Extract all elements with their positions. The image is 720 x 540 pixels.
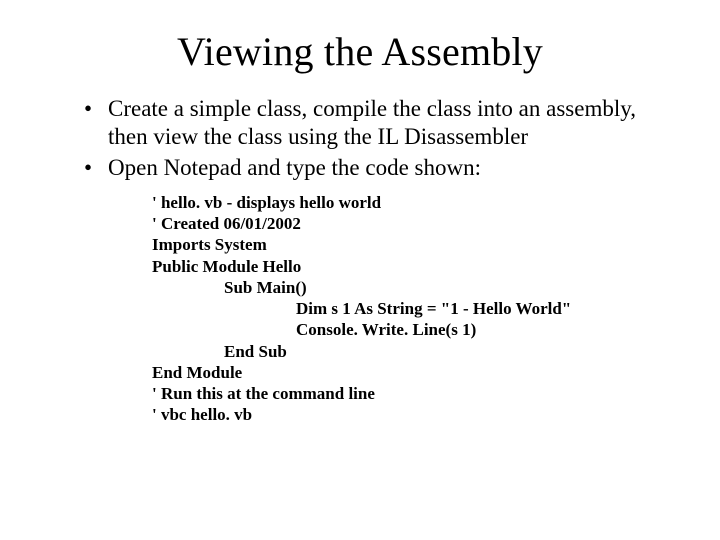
code-line: ' Run this at the command line bbox=[152, 383, 660, 404]
code-line: Public Module Hello bbox=[152, 256, 660, 277]
code-line: End Module bbox=[152, 362, 660, 383]
slide: Viewing the Assembly Create a simple cla… bbox=[0, 0, 720, 540]
slide-title: Viewing the Assembly bbox=[60, 28, 660, 75]
bullet-list: Create a simple class, compile the class… bbox=[60, 95, 660, 182]
bullet-item: Create a simple class, compile the class… bbox=[108, 95, 660, 150]
code-line: Console. Write. Line(s 1) bbox=[152, 319, 660, 340]
code-line: Sub Main() bbox=[152, 277, 660, 298]
code-line: Imports System bbox=[152, 234, 660, 255]
code-block: ' hello. vb - displays hello world ' Cre… bbox=[152, 192, 660, 426]
code-line: Dim s 1 As String = "1 - Hello World" bbox=[152, 298, 660, 319]
code-line: ' vbc hello. vb bbox=[152, 404, 660, 425]
code-line: ' hello. vb - displays hello world bbox=[152, 192, 660, 213]
bullet-item: Open Notepad and type the code shown: bbox=[108, 154, 660, 182]
code-line: ' Created 06/01/2002 bbox=[152, 213, 660, 234]
code-line: End Sub bbox=[152, 341, 660, 362]
